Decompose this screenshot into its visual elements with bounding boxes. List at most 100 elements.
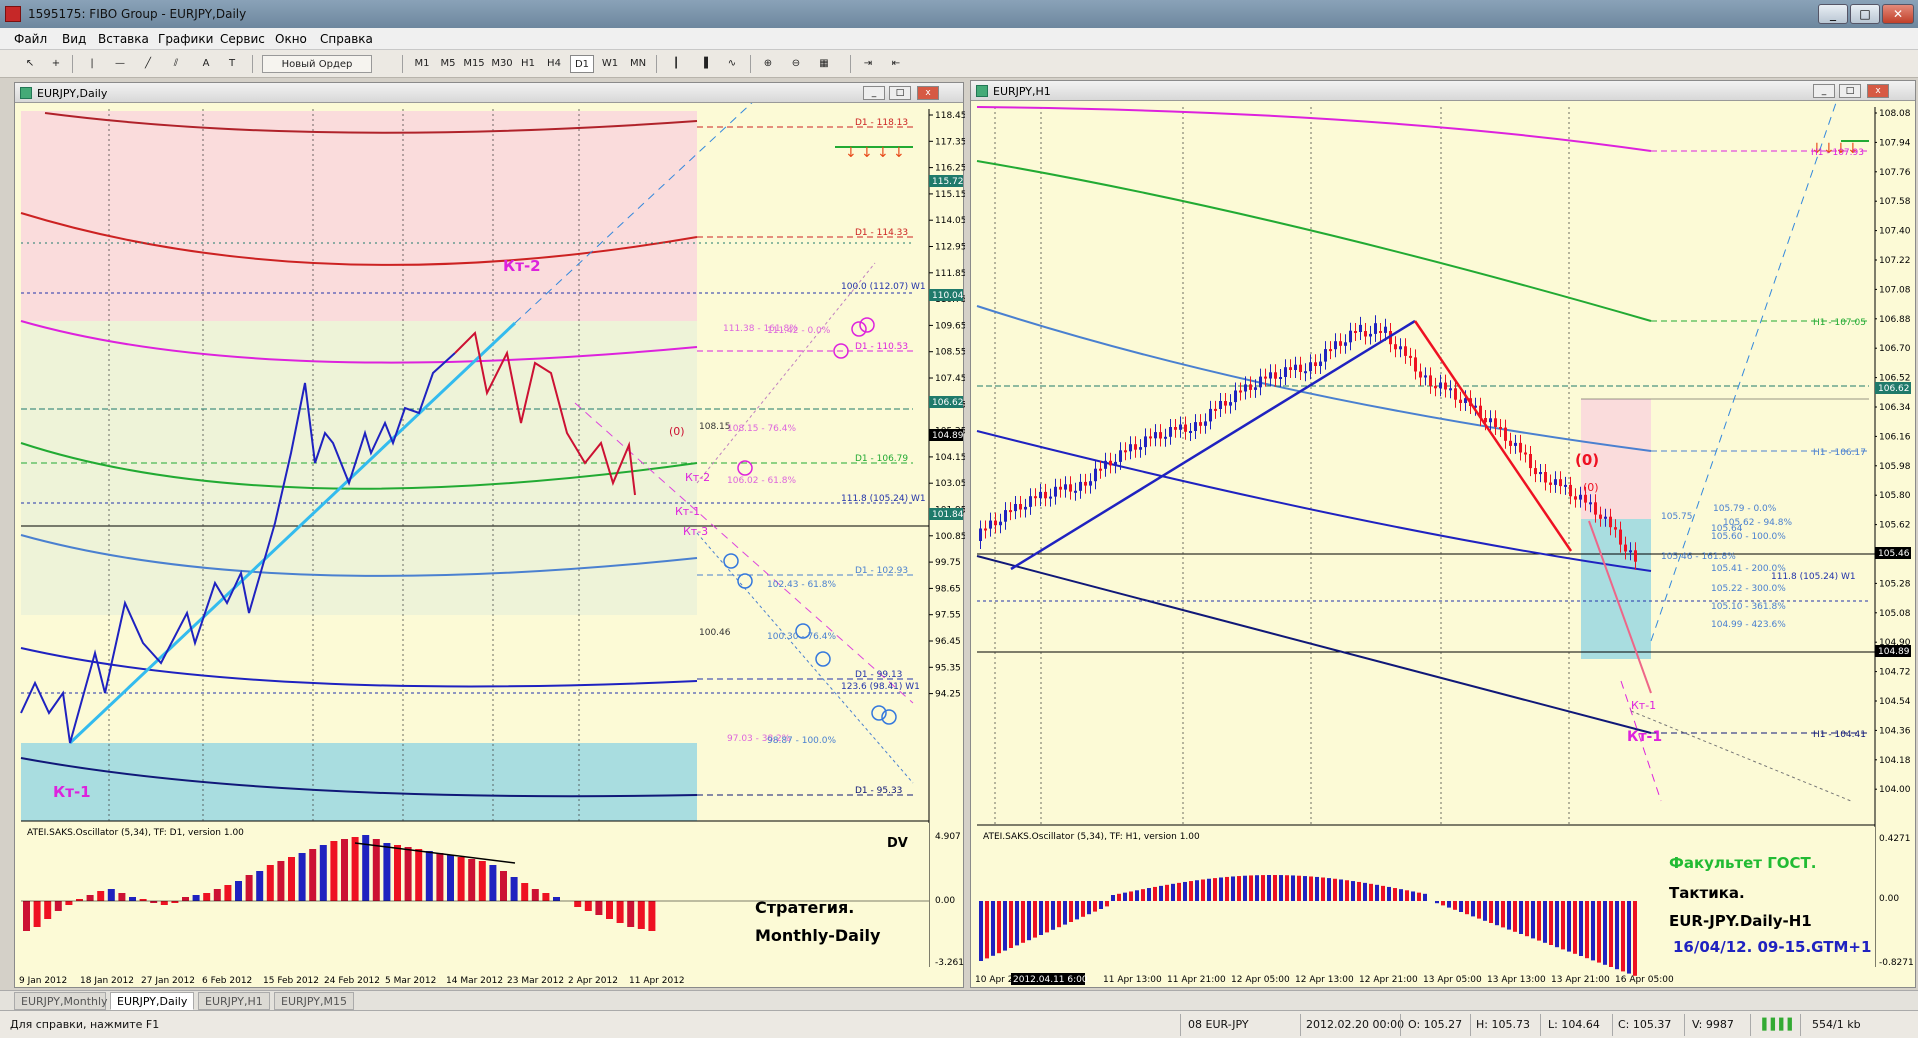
timeframe-h4[interactable]: H4 [542,55,566,73]
close-window-button[interactable]: x [917,86,939,100]
oscillator-bar [33,901,41,927]
candle [979,528,982,541]
timeframe-m1[interactable]: M1 [410,55,434,73]
candle [1519,442,1522,453]
minimize-window-button[interactable]: _ [1813,84,1835,98]
oscillator-bar [129,897,136,901]
chart-shift-icon[interactable]: ⇤ [886,55,906,73]
timeframe-m30[interactable]: M30 [490,55,514,73]
oscillator-bar [86,895,94,901]
close-button[interactable]: ✕ [1882,4,1914,24]
candle [1449,388,1452,391]
candle [1159,432,1162,439]
horizontal-line-icon[interactable]: — [110,55,130,73]
candle [1554,479,1557,485]
candle [1269,372,1272,379]
oscillator-bar [404,847,412,901]
level-label: H1 - 107.05 [1813,318,1866,328]
autoscroll-icon[interactable]: ⇥ [858,55,878,73]
text-icon[interactable]: A [196,55,216,73]
tile-windows-icon[interactable]: ▦ [814,55,834,73]
oscillator-bar [510,877,518,901]
menu-charts[interactable]: Графики [158,32,213,46]
timeframe-mn[interactable]: MN [626,55,650,73]
date-axis-label: 18 Jan 2012 [80,976,134,986]
oscillator-bar [171,901,179,903]
price-axis-label: 114.05 [935,216,965,226]
oscillator-bar [1213,878,1217,901]
price-axis-label: 107.76 [1879,168,1911,178]
candle [1379,331,1382,333]
zoom-in-icon[interactable]: ⊕ [758,55,778,73]
timeframe-m15[interactable]: M15 [462,55,486,73]
close-window-button[interactable]: x [1867,84,1889,98]
candle [1144,436,1147,448]
new-order-button[interactable]: Новый Ордер [262,55,372,73]
text-label-icon[interactable]: T [222,55,242,73]
candle [994,520,997,526]
price-tag-label: 106.62 [932,398,964,408]
oscillator-bar [1339,879,1343,901]
candle [1494,418,1497,427]
h1-chart-canvas[interactable]: ↓ ↓ ↓ ↓ H1 - 107.93H1 - 107.05H1 - 106.1… [971,101,1917,989]
daily-chart-canvas[interactable]: ↓ ↓ ↓ ↓ D1 - 118.13 D1 - 114.33 100.0 (112… [15,103,965,989]
price-axis-label: 97.55 [935,611,961,621]
price-axis-label: 104.00 [1879,785,1911,795]
tab-monthly[interactable]: EURJPY,Monthly [14,992,108,1010]
oscillator-bar [1315,876,1319,901]
chart-window-daily[interactable]: EURJPY,Daily _ □ x ↓ ↓ ↓ ↓ D1 - 118.13 D… [14,82,965,989]
trendline-icon[interactable]: ╱ [138,55,158,73]
oscillator-bar [1039,901,1043,935]
oscillator-bar [1159,885,1163,901]
oscillator-bar [1327,878,1331,901]
timeframe-d1[interactable]: D1 [570,55,594,73]
candle [1454,388,1457,400]
candle [1164,436,1167,439]
chart-window-h1[interactable]: EURJPY,H1 _ □ x ↓ ↓ ↓ ↓ H1 - 107.93 H1 -… [970,80,1916,988]
restore-window-button[interactable]: □ [1839,84,1861,98]
crosshair-icon[interactable]: + [46,55,66,73]
candlestick-icon[interactable]: ▐ [694,55,714,73]
price-axis-label: 105.98 [1879,462,1911,472]
minimize-window-button[interactable]: _ [863,86,885,100]
candle [1594,502,1597,515]
date-axis-label: 13 Apr 21:00 [1551,975,1610,985]
tab-m15[interactable]: EURJPY,M15 [274,992,354,1010]
menu-help[interactable]: Справка [320,32,373,46]
timeframe-h1[interactable]: H1 [516,55,540,73]
channel-icon[interactable]: ⫽ [166,55,186,73]
oscillator-axis-label: 0.00 [1879,894,1899,904]
oscillator-bar [637,901,645,929]
menu-insert[interactable]: Вставка [98,32,149,46]
oscillator-bar [1153,886,1157,901]
oscillator-bar [1333,878,1337,901]
cursor-icon[interactable]: ↖ [20,55,40,73]
oscillator-bar [1261,875,1265,901]
menu-tools[interactable]: Сервис [220,32,265,46]
menu-bar: Файл Вид Вставка Графики Сервис Окно Спр… [0,28,1918,50]
tab-h1[interactable]: EURJPY,H1 [198,992,270,1010]
restore-window-button[interactable]: □ [889,86,911,100]
zoom-out-icon[interactable]: ⊖ [786,55,806,73]
oscillator-bar [1009,901,1013,948]
menu-window[interactable]: Окно [275,32,307,46]
price-axis-label: 107.08 [1879,285,1911,295]
timeframe-w1[interactable]: W1 [598,55,622,73]
oscillator-bar [1633,901,1637,976]
oscillator-bar [1207,878,1211,901]
menu-file[interactable]: Файл [14,32,47,46]
vertical-line-icon[interactable]: | [82,55,102,73]
tab-daily[interactable]: EURJPY,Daily [110,992,194,1010]
candle [1569,484,1572,497]
maximize-button[interactable]: □ [1850,4,1880,24]
candle [1204,421,1207,426]
line-chart-icon[interactable]: ∿ [722,55,742,73]
timeframe-m5[interactable]: M5 [436,55,460,73]
bar-chart-icon[interactable]: ┃ [666,55,686,73]
menu-view[interactable]: Вид [62,32,86,46]
toolbar: ↖ + | — ╱ ⫽ A T Новый Ордер M1 M5 M15 M3… [0,50,1918,78]
price-axis-label: 107.58 [1879,197,1911,207]
status-high: H: 105.73 [1476,1018,1530,1031]
minimize-button[interactable]: _ [1818,4,1848,24]
oscillator-bar [584,901,592,911]
